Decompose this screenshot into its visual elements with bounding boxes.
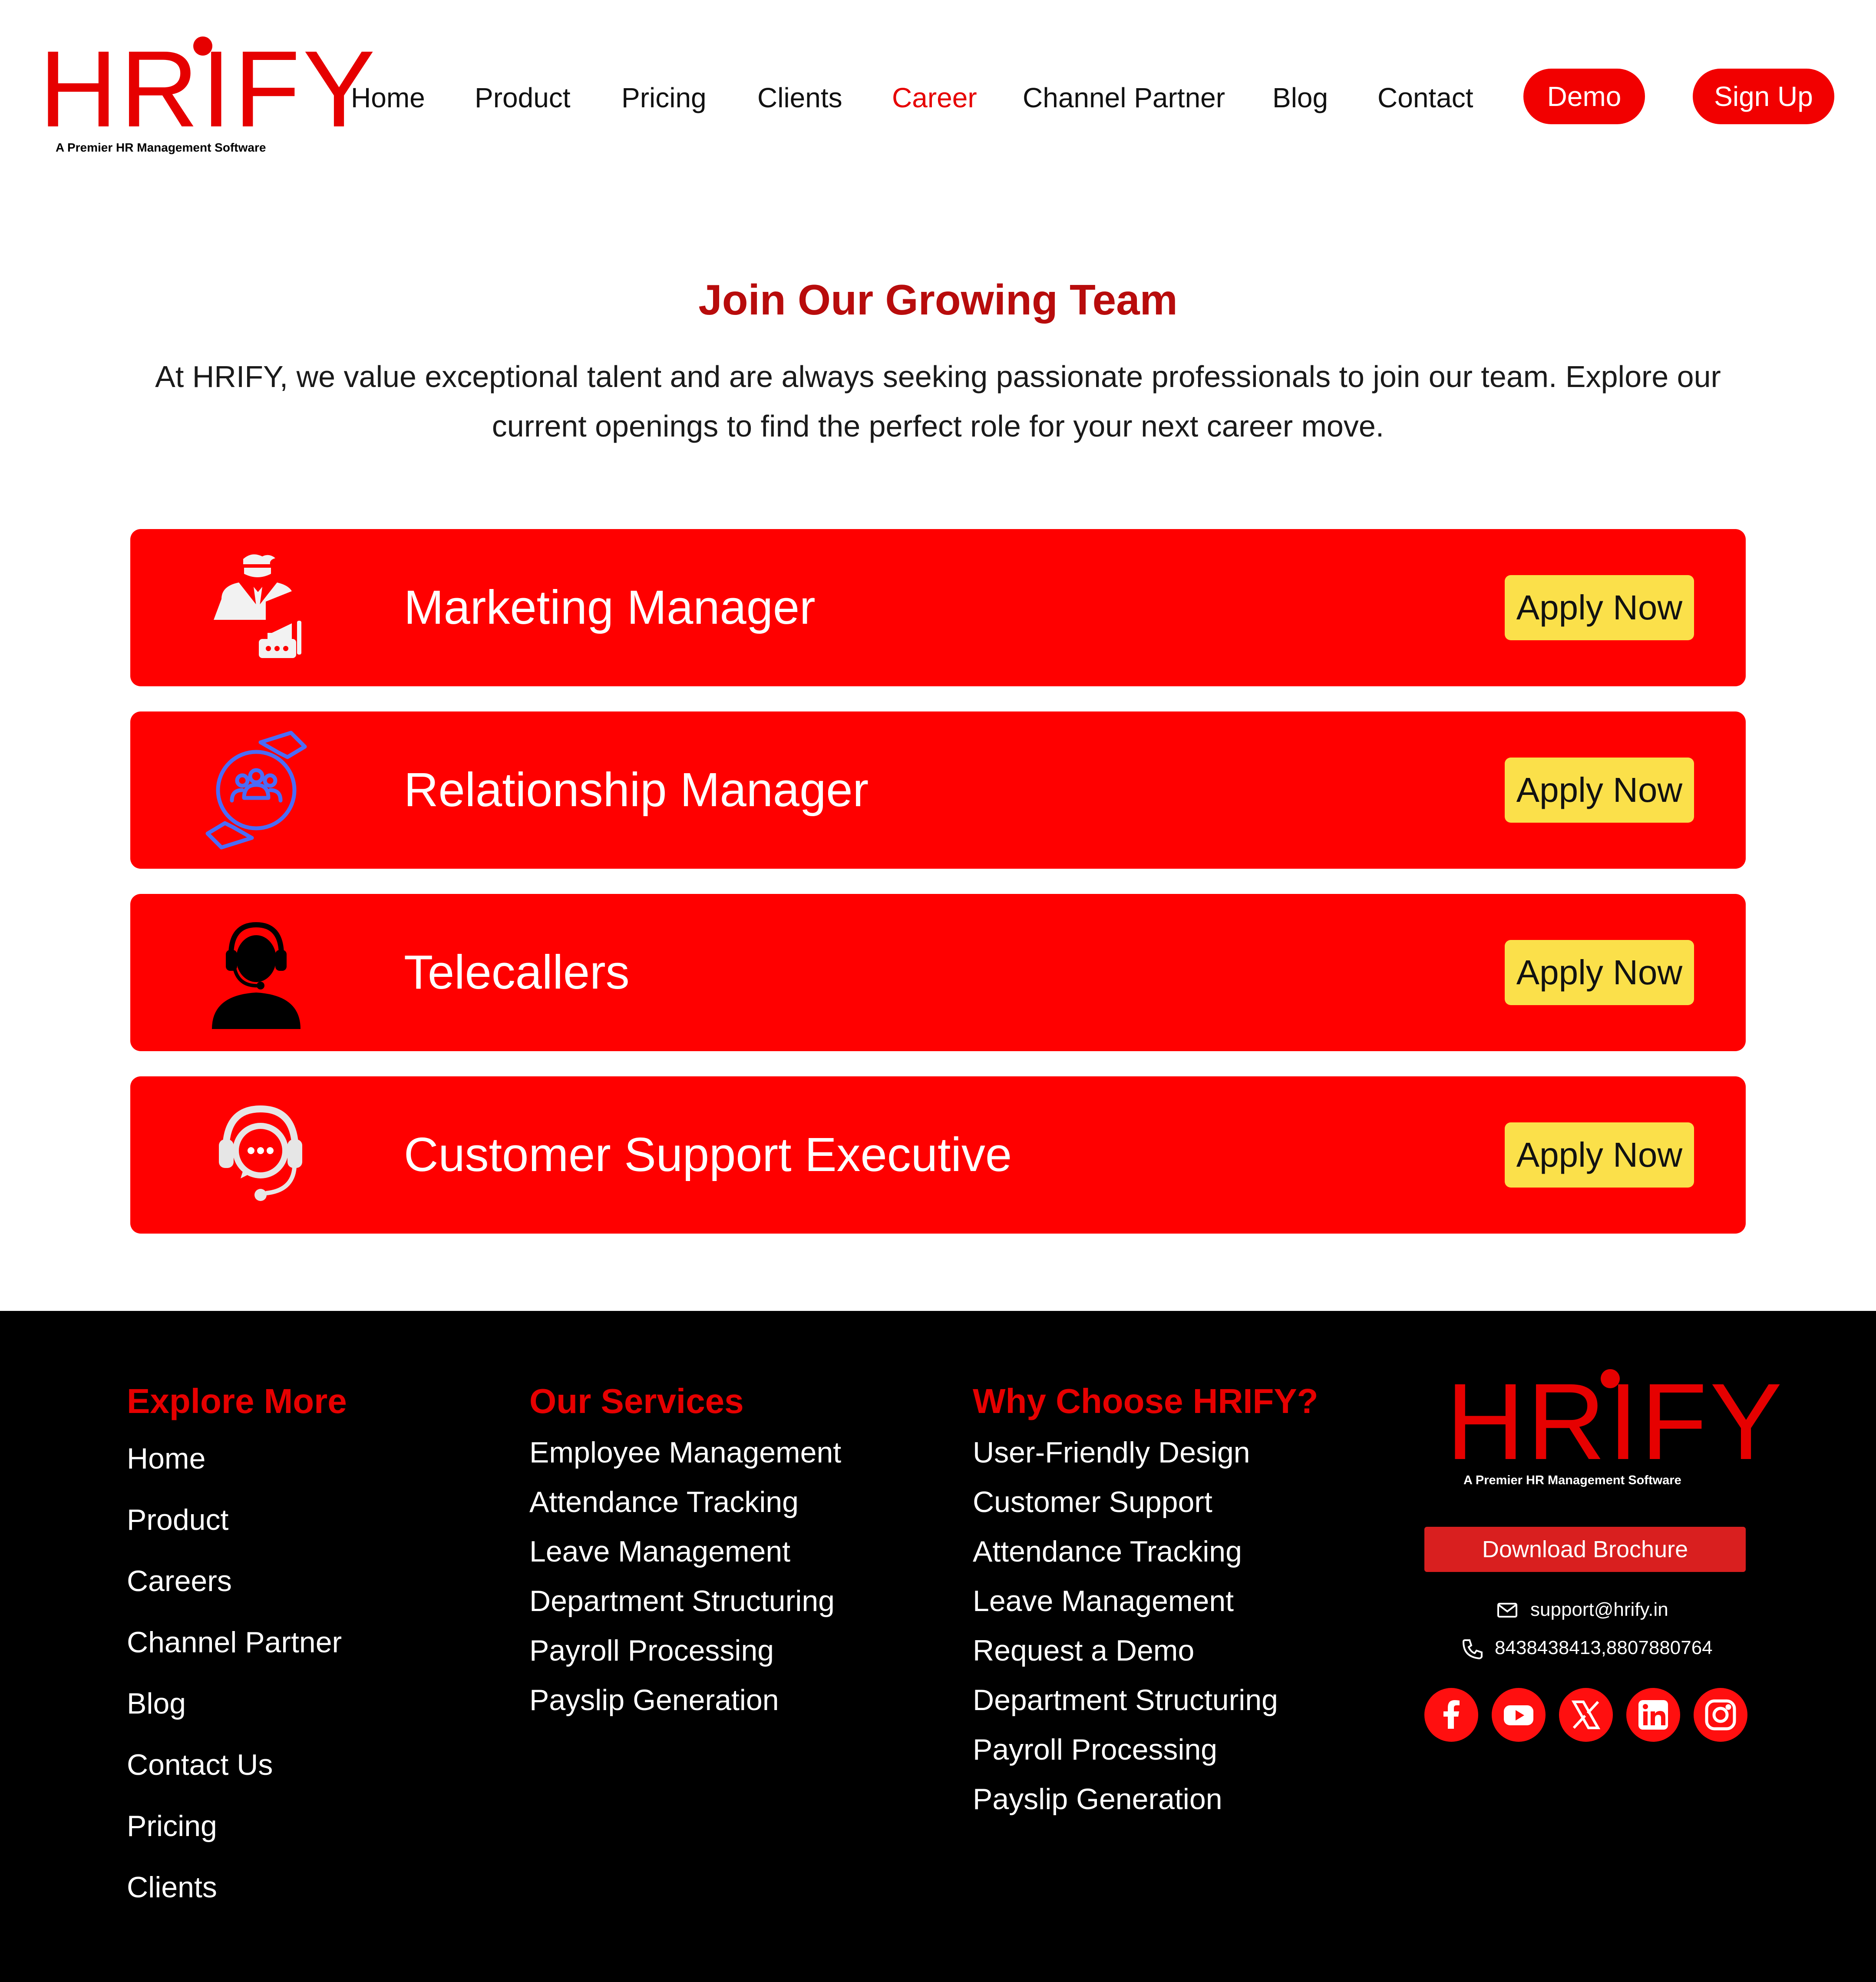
x-icon[interactable] [1559,1688,1613,1742]
nav-pricing[interactable]: Pricing [621,80,707,115]
marketing-manager-icon [195,547,317,668]
nav-blog[interactable]: Blog [1272,80,1328,115]
footer-heading-explore: Explore More [127,1382,347,1420]
relationship-icon [195,729,317,851]
download-brochure-button[interactable]: Download Brochure [1424,1527,1746,1572]
footer-link-product[interactable]: Product [127,1502,228,1537]
page-intro: At HRIFY, we value exceptional talent an… [155,360,1721,443]
linkedin-icon[interactable] [1626,1688,1680,1742]
job-title: Relationship Manager [404,763,869,817]
job-title: Marketing Manager [404,581,816,634]
nav-clients[interactable]: Clients [757,80,842,115]
footer-service-link[interactable]: Employee Management [529,1435,841,1470]
youtube-icon[interactable] [1492,1688,1546,1742]
instagram-icon[interactable] [1694,1688,1747,1742]
site-header: HRIFY A Premier HR Management Software H… [0,0,1876,182]
logo-dot [1601,1369,1620,1388]
nav-career[interactable]: Career [892,80,977,115]
footer-service-link[interactable]: Payslip Generation [529,1683,779,1717]
footer-service-link[interactable]: Department Structuring [529,1584,835,1618]
signup-button[interactable]: Sign Up [1693,69,1834,124]
customer-support-icon [195,1094,317,1216]
footer-why-link[interactable]: Customer Support [973,1485,1212,1519]
mail-icon [1496,1598,1519,1622]
footer-why-link[interactable]: User-Friendly Design [973,1435,1250,1470]
nav-contact[interactable]: Contact [1377,80,1473,115]
support-email[interactable]: support@hrify.in [1530,1598,1668,1622]
telecaller-icon [195,912,317,1033]
job-card: Relationship Manager Apply Now [130,711,1746,869]
apply-now-button[interactable]: Apply Now [1505,940,1694,1005]
apply-now-button[interactable]: Apply Now [1505,575,1694,640]
phone-icon [1460,1637,1483,1660]
nav-home[interactable]: Home [351,80,425,115]
facebook-icon[interactable] [1424,1688,1478,1742]
nav-product[interactable]: Product [475,80,571,115]
job-card: Customer Support Executive Apply Now [130,1076,1746,1234]
demo-button[interactable]: Demo [1523,69,1645,124]
footer-link-blog[interactable]: Blog [127,1686,186,1721]
footer-link-home[interactable]: Home [127,1441,205,1476]
footer-why-link[interactable]: Request a Demo [973,1633,1194,1668]
footer-link-careers[interactable]: Careers [127,1564,232,1598]
footer-heading-services: Our Services [529,1382,744,1420]
footer-link-channel-partner[interactable]: Channel Partner [127,1625,342,1660]
footer-why-link[interactable]: Leave Management [973,1584,1234,1618]
logo-tagline: A Premier HR Management Software [1463,1473,1681,1487]
page-title: Join Our Growing Team [698,276,1178,324]
nav-channel-partner[interactable]: Channel Partner [1023,80,1225,115]
footer-link-clients[interactable]: Clients [127,1870,217,1905]
apply-now-button[interactable]: Apply Now [1505,758,1694,823]
main-nav: Home Product Pricing Clients Career Chan… [0,0,1876,182]
footer-heading-why: Why Choose HRIFY? [973,1382,1318,1420]
footer-link-pricing[interactable]: Pricing [127,1809,217,1843]
job-title: Telecallers [404,946,630,999]
footer-why-link[interactable]: Payslip Generation [973,1782,1222,1817]
support-phone[interactable]: 8438438413,8807880764 [1495,1636,1713,1660]
footer-link-contact-us[interactable]: Contact Us [127,1747,273,1782]
footer-logo[interactable]: HRIFY A Premier HR Management Software [1446,1367,1782,1506]
job-title: Customer Support Executive [404,1128,1012,1181]
footer-service-link[interactable]: Payroll Processing [529,1633,774,1668]
footer-why-link[interactable]: Attendance Tracking [973,1534,1242,1569]
footer-service-link[interactable]: Leave Management [529,1534,790,1569]
site-footer: Explore More Home Product Careers Channe… [0,1311,1876,1982]
footer-why-link[interactable]: Department Structuring [973,1683,1278,1717]
footer-why-link[interactable]: Payroll Processing [973,1732,1217,1767]
apply-now-button[interactable]: Apply Now [1505,1122,1694,1188]
footer-service-link[interactable]: Attendance Tracking [529,1485,799,1519]
job-card: Telecallers Apply Now [130,894,1746,1051]
job-card: Marketing Manager Apply Now [130,529,1746,686]
